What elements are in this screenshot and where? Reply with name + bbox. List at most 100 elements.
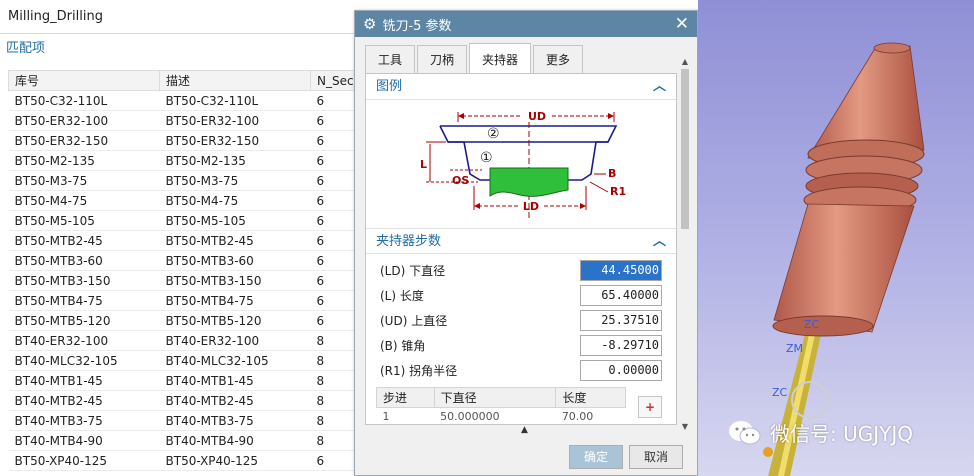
param-label: (LD) 下直径 [380, 264, 446, 278]
library-id-cell: BT40-MTB1-45 [8, 370, 160, 391]
param-label: (R1) 拐角半径 [380, 364, 458, 378]
dialog-titlebar[interactable]: ⚙ 铣刀-5 参数 ✕ [355, 11, 697, 37]
column-header-library-id[interactable]: 库号 [8, 70, 160, 91]
library-table: 库号 描述 N_Sec BT50-C32-110L BT50-C32-110L 6 B… [8, 70, 368, 471]
table-row[interactable]: 1 50.000000 70.00 [377, 408, 626, 425]
table-row[interactable]: BT50-M2-135 BT50-M2-135 6 [8, 150, 368, 171]
b-label: B [608, 167, 616, 180]
dialog-body: 图例 ︿ UD ② ① L OS B R1 LD 夹持器步数 ︿ (LD) 下直… [365, 73, 677, 425]
column-header-description[interactable]: 描述 [159, 70, 311, 91]
description-cell: BT40-MTB3-75 [159, 410, 311, 431]
table-row[interactable]: BT40-MTB2-45 BT40-MTB2-45 8 [8, 390, 368, 411]
mill-parameters-dialog: ⚙ 铣刀-5 参数 ✕ 工具 刀柄 夹持器 更多 图例 ︿ UD ② ① L O… [354, 10, 698, 476]
length-cell: 70.00 [561, 410, 594, 424]
tab-more[interactable]: 更多 [533, 45, 584, 73]
table-row[interactable]: BT50-MTB3-60 BT50-MTB3-60 6 [8, 250, 368, 271]
table-row[interactable]: BT40-MTB4-90 BT40-MTB4-90 8 [8, 430, 368, 451]
table-row[interactable]: BT50-MTB5-120 BT50-MTB5-120 6 [8, 310, 368, 331]
description-cell: BT50-ER32-150 [159, 130, 311, 151]
wechat-icon [729, 420, 761, 444]
table-row[interactable]: BT50-M3-75 BT50-M3-75 6 [8, 170, 368, 191]
gear-icon: ⚙ [363, 15, 377, 33]
scroll-down-icon[interactable]: ▼ [679, 422, 691, 431]
table-row[interactable]: BT40-MLC32-105 BT40-MLC32-105 8 [8, 350, 368, 371]
table-row[interactable]: BT50-MTB3-150 BT50-MTB3-150 6 [8, 270, 368, 291]
description-cell: BT50-C32-110L [159, 90, 311, 111]
steps-table: 步进 下直径 长度 1 50.000000 70.00 [376, 387, 626, 425]
library-id-cell: BT40-ER32-100 [8, 330, 160, 351]
description-cell: BT40-MTB2-45 [159, 390, 311, 411]
table-row[interactable]: BT50-MTB4-75 BT50-MTB4-75 6 [8, 290, 368, 311]
param-value-field[interactable]: -8.29710 [580, 335, 662, 356]
chevron-up-icon[interactable]: ︿ [653, 74, 666, 99]
ok-button[interactable]: 确定 [569, 445, 623, 469]
param-row: (R1) 拐角半径 0.00000 [366, 358, 676, 383]
description-cell: BT50-ER32-100 [159, 110, 311, 131]
table-row[interactable]: BT50-ER32-150 BT50-ER32-150 6 [8, 130, 368, 151]
scroll-up-icon[interactable]: ▲ [679, 57, 691, 66]
graphics-viewport[interactable]: ZC ZM ZC 微信号: UGJYJQ [698, 0, 974, 476]
description-cell: BT50-M5-105 [159, 210, 311, 231]
step-1-marker: ① [480, 150, 493, 166]
close-icon[interactable]: ✕ [675, 14, 689, 34]
table-row[interactable]: BT40-MTB1-45 BT40-MTB1-45 8 [8, 370, 368, 391]
tab-shank[interactable]: 刀柄 [417, 45, 468, 73]
library-id-cell: BT50-M5-105 [8, 210, 160, 231]
caret-up-icon[interactable]: ▲ [521, 425, 528, 435]
tab-holder[interactable]: 夹持器 [469, 43, 532, 75]
holder-diagram: UD ② ① L OS B R1 LD [420, 110, 626, 220]
param-label: (L) 长度 [380, 289, 424, 303]
cancel-button[interactable]: 取消 [629, 445, 683, 469]
watermark: 微信号: UGJYJQ [728, 418, 913, 447]
library-id-cell: BT50-MTB3-60 [8, 250, 160, 271]
library-id-cell: BT40-MTB4-90 [8, 430, 160, 451]
description-cell: BT40-MTB4-90 [159, 430, 311, 451]
column-header-length[interactable]: 长度 [555, 387, 626, 408]
library-id-cell: BT40-MTB2-45 [8, 390, 160, 411]
library-id-cell: BT50-C32-110L [8, 90, 160, 111]
library-id-cell: BT50-MTB5-120 [8, 310, 160, 331]
param-value-field[interactable]: 0.00000 [580, 360, 662, 381]
table-row[interactable]: BT50-M4-75 BT50-M4-75 6 [8, 190, 368, 211]
description-cell: BT50-MTB3-150 [159, 270, 311, 291]
matches-section-header: 匹配项 [6, 41, 46, 56]
param-value-field[interactable]: 25.37510 [580, 310, 662, 331]
params-group-label: 夹持器步数 [376, 234, 442, 249]
table-row[interactable]: BT50-MTB2-45 BT50-MTB2-45 6 [8, 230, 368, 251]
scrollbar-thumb[interactable] [681, 69, 689, 229]
library-id-cell: BT50-M3-75 [8, 170, 160, 191]
description-cell: BT50-MTB2-45 [159, 230, 311, 251]
library-id-cell: BT50-ER32-150 [8, 130, 160, 151]
column-header-step[interactable]: 步进 [376, 387, 435, 408]
library-id-cell: BT50-MTB3-150 [8, 270, 160, 291]
library-id-cell: BT40-MLC32-105 [8, 350, 160, 371]
library-id-cell: BT50-MTB4-75 [8, 290, 160, 311]
dialog-scrollbar[interactable]: ▲ ▼ [679, 57, 691, 431]
tab-tool[interactable]: 工具 [365, 45, 416, 73]
axis-label-zc-lower: ZC [772, 386, 788, 399]
table-row[interactable]: BT40-MTB3-75 BT40-MTB3-75 8 [8, 410, 368, 431]
watermark-text: 微信号: UGJYJQ [770, 422, 913, 446]
library-title: Milling_Drilling [0, 0, 354, 34]
table-row[interactable]: BT50-ER32-100 BT50-ER32-100 6 [8, 110, 368, 131]
param-value-field[interactable]: 65.40000 [580, 285, 662, 306]
column-header-lower-diameter[interactable]: 下直径 [433, 387, 557, 408]
table-row[interactable]: BT50-XP40-125 BT50-XP40-125 6 [8, 450, 368, 471]
description-cell: BT40-ER32-100 [159, 330, 311, 351]
add-step-button[interactable]: + [638, 396, 662, 418]
params-group-header[interactable]: 夹持器步数 ︿ [366, 228, 676, 254]
table-row[interactable]: BT50-C32-110L BT50-C32-110L 6 [8, 90, 368, 111]
table-row[interactable]: BT50-M5-105 BT50-M5-105 6 [8, 210, 368, 231]
step-cell: 1 [382, 410, 390, 424]
description-cell: BT50-XP40-125 [159, 450, 311, 471]
description-cell: BT50-M4-75 [159, 190, 311, 211]
param-row: (LD) 下直径 44.45000 [366, 258, 676, 283]
legend-group-label: 图例 [376, 79, 403, 94]
param-list: (LD) 下直径 44.45000 (L) 长度 65.40000 (UD) 上直径 25… [366, 254, 676, 383]
legend-group-header[interactable]: 图例 ︿ [366, 74, 676, 100]
table-row[interactable]: BT40-ER32-100 BT40-ER32-100 8 [8, 330, 368, 351]
param-value-field[interactable]: 44.45000 [580, 260, 662, 281]
r1-label: R1 [610, 185, 626, 198]
chevron-up-icon[interactable]: ︿ [653, 229, 666, 253]
param-label: (UD) 上直径 [380, 314, 448, 328]
